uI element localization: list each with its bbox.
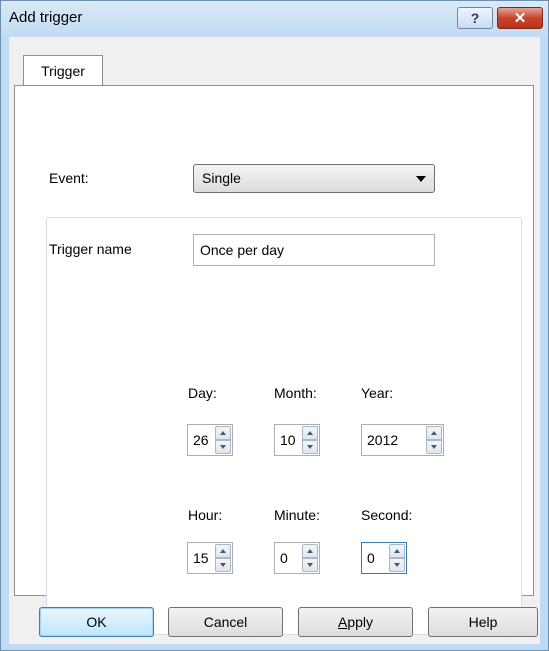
event-dropdown[interactable]: Single [193, 164, 435, 193]
apply-mnemonic: A [337, 614, 348, 630]
event-value: Single [202, 170, 241, 186]
year-label: Year: [361, 385, 394, 401]
event-label: Event: [49, 170, 89, 186]
apply-button[interactable]: Apply [298, 607, 413, 637]
day-down-button[interactable] [215, 440, 231, 454]
day-value: 26 [193, 432, 209, 448]
tab-trigger[interactable]: Trigger [23, 55, 103, 85]
tab-page-trigger: Event: Single Trigger name Once per day … [14, 85, 534, 635]
trigger-name-value: Once per day [200, 242, 285, 258]
year-spin-buttons [426, 426, 442, 454]
second-spin-buttons [389, 544, 405, 572]
arrow-down-icon [220, 563, 226, 567]
month-value: 10 [280, 432, 296, 448]
window-title: Add trigger [9, 9, 83, 26]
cancel-button[interactable]: Cancel [168, 607, 283, 637]
minute-down-button[interactable] [302, 558, 318, 572]
dialog-window: Add trigger ? ✕ Trigger Event: Single Tr… [0, 0, 549, 651]
second-label: Second: [361, 507, 413, 523]
second-down-button[interactable] [389, 558, 405, 572]
arrow-up-icon [220, 431, 226, 435]
month-spin-buttons [302, 426, 318, 454]
arrow-down-icon [307, 563, 313, 567]
arrow-up-icon [307, 549, 313, 553]
minute-up-button[interactable] [302, 544, 318, 558]
second-value: 0 [367, 550, 375, 566]
chevron-down-icon [416, 176, 426, 182]
hour-up-button[interactable] [215, 544, 231, 558]
arrow-up-icon [394, 549, 400, 553]
dialog-client-area: Trigger Event: Single Trigger name Once … [9, 37, 540, 644]
hour-down-button[interactable] [215, 558, 231, 572]
hour-spinbox[interactable]: 15 [187, 542, 233, 574]
month-up-button[interactable] [302, 426, 318, 440]
day-label: Day: [188, 385, 217, 401]
arrow-up-icon [431, 431, 437, 435]
arrow-up-icon [220, 549, 226, 553]
day-up-button[interactable] [215, 426, 231, 440]
help-title-button[interactable]: ? [457, 7, 493, 29]
ok-button[interactable]: OK [39, 607, 154, 637]
help-button[interactable]: Help [428, 607, 538, 637]
year-down-button[interactable] [426, 440, 442, 454]
year-up-button[interactable] [426, 426, 442, 440]
apply-label-rest: pply [347, 614, 374, 630]
title-bar[interactable]: Add trigger ? ✕ [1, 1, 548, 37]
month-spinbox[interactable]: 10 [274, 424, 320, 456]
second-spinbox[interactable]: 0 [361, 542, 407, 574]
trigger-name-label: Trigger name [49, 241, 132, 257]
arrow-down-icon [394, 563, 400, 567]
second-up-button[interactable] [389, 544, 405, 558]
arrow-down-icon [307, 445, 313, 449]
close-button[interactable]: ✕ [497, 7, 543, 29]
minute-spin-buttons [302, 544, 318, 572]
hour-label: Hour: [188, 507, 223, 523]
day-spin-buttons [215, 426, 231, 454]
trigger-name-input[interactable]: Once per day [193, 234, 435, 266]
hour-value: 15 [193, 550, 209, 566]
arrow-down-icon [220, 445, 226, 449]
arrow-down-icon [431, 445, 437, 449]
day-spinbox[interactable]: 26 [187, 424, 233, 456]
year-value: 2012 [367, 432, 399, 448]
month-down-button[interactable] [302, 440, 318, 454]
hour-spin-buttons [215, 544, 231, 572]
arrow-up-icon [307, 431, 313, 435]
month-label: Month: [274, 385, 317, 401]
minute-value: 0 [280, 550, 288, 566]
minute-label: Minute: [274, 507, 320, 523]
minute-spinbox[interactable]: 0 [274, 542, 320, 574]
year-spinbox[interactable]: 2012 [361, 424, 444, 456]
